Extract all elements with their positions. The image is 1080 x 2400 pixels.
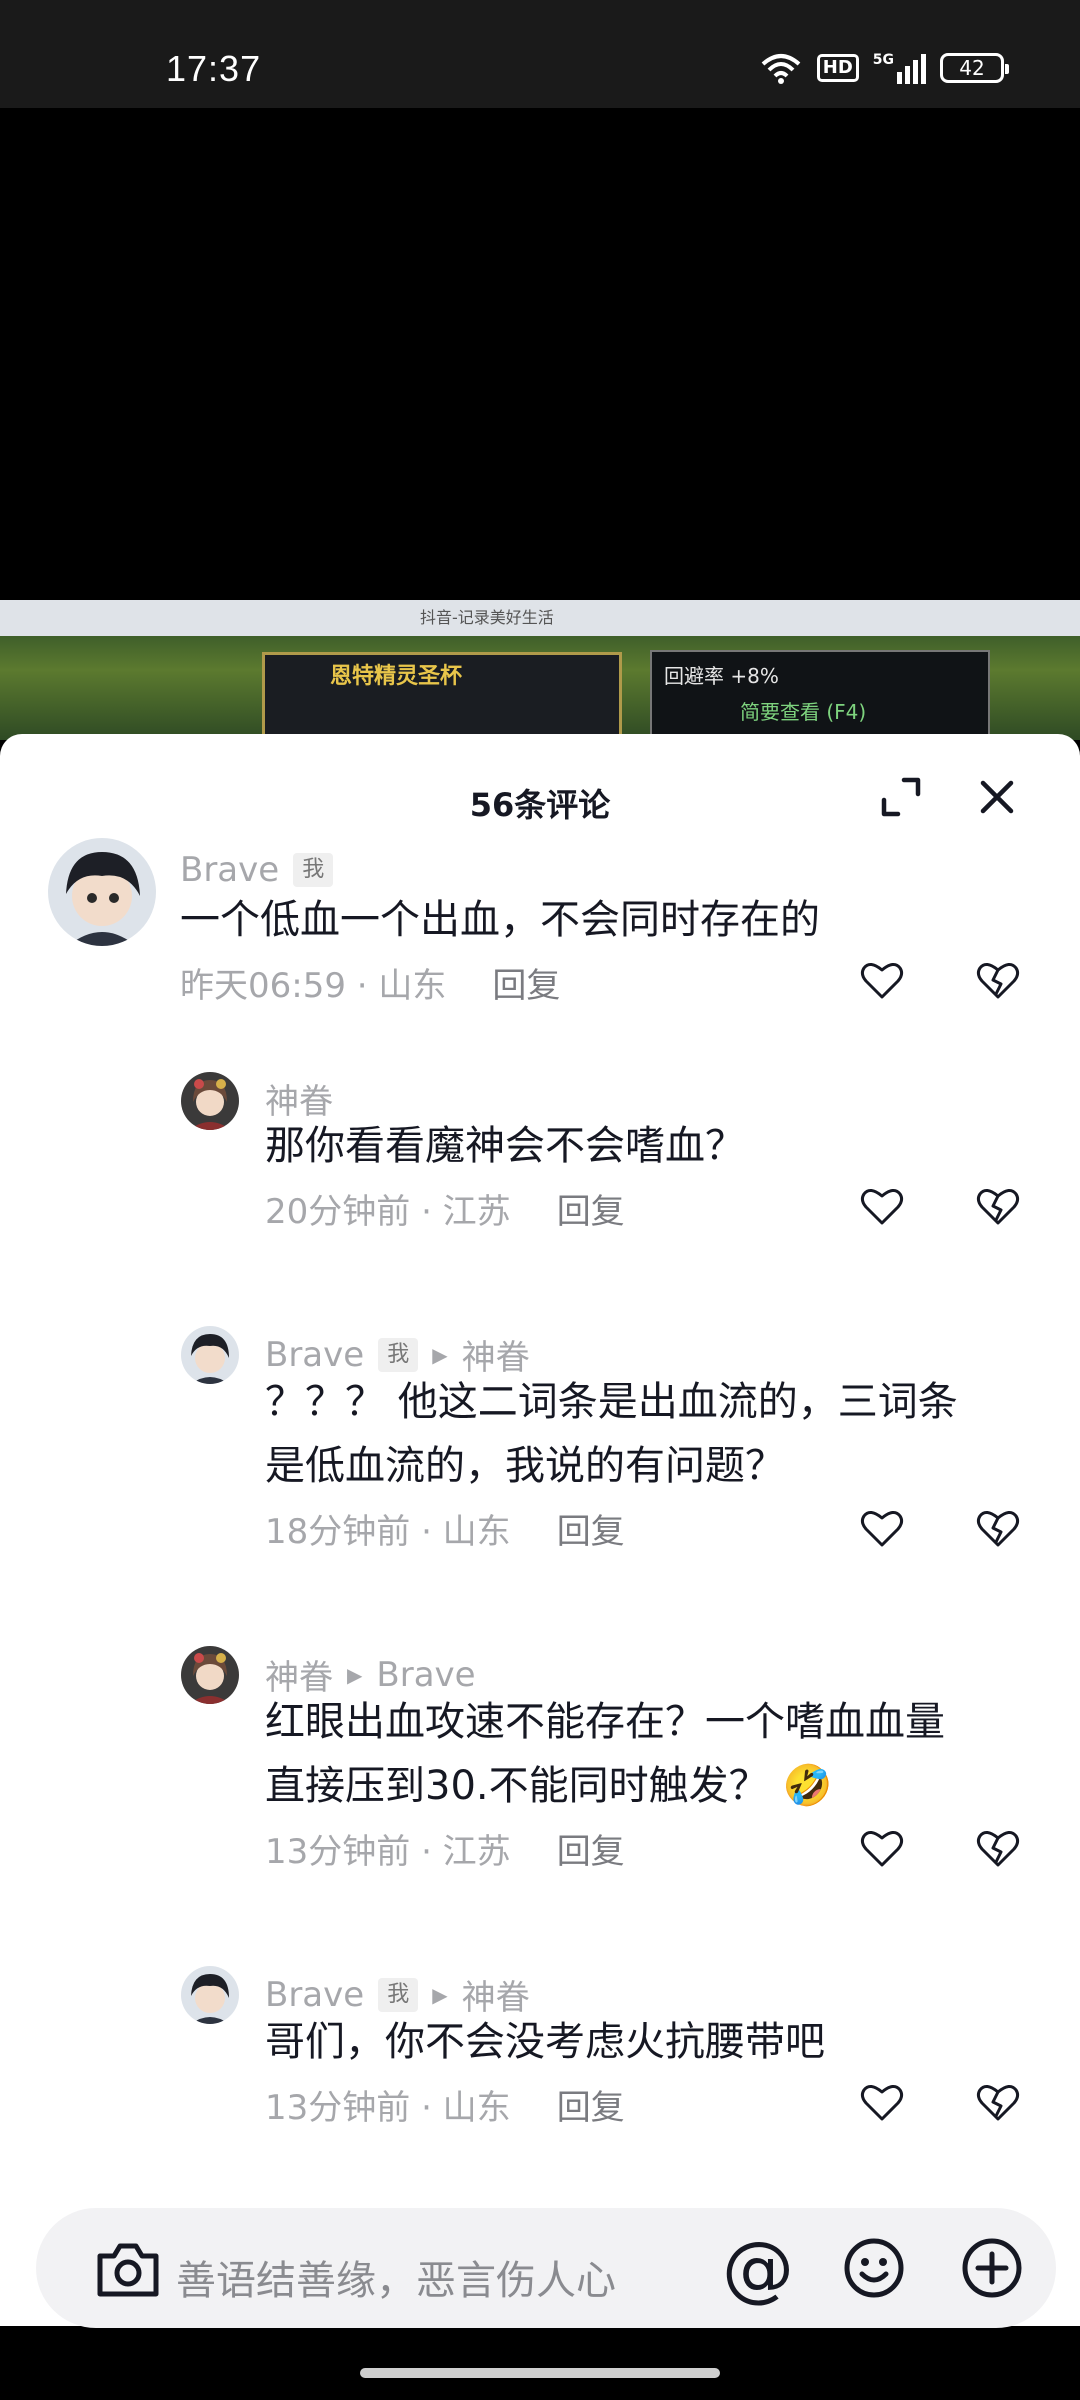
reply-arrow-icon: ▶ [347,1662,363,1687]
reply-item: Brave 我 ▶ 神眷 ？？？ 他这二词条是出血流的，三词条 是低血流的，我说… [0,1326,1080,1566]
avatar[interactable] [181,1966,239,2024]
comment-text: 红眼出血攻速不能存在？一个嗜血血量 直接压到30.不能同时触发？ 🤣 [265,1690,945,1818]
comment-text: ？？？ 他这二词条是出血流的，三词条 是低血流的，我说的有问题？ [265,1370,958,1498]
comment-time-location: 20分钟前 · 江苏 [265,1192,511,1232]
avatar[interactable] [181,1326,239,1384]
broken-heart-icon[interactable] [976,1186,1020,1226]
comment-text: 一个低血一个出血，不会同时存在的 [180,897,820,943]
me-badge: 我 [293,853,334,887]
video-player[interactable]: 抖音-记录美好生活 恩特精灵圣杯 回避率 +8% 简要查看 (F4) [0,108,1080,740]
comment-meta: 13分钟前 · 江苏 回复 [265,1824,625,1873]
reply-item: Brave 我 ▶ 神眷 哥们，你不会没考虑火抗腰带吧 13分钟前 · 山东 回… [0,1966,1080,2146]
expand-icon[interactable] [878,774,924,820]
heart-icon[interactable] [860,1828,904,1868]
comment-meta: 20分钟前 · 江苏 回复 [265,1184,625,1233]
comment-meta: 13分钟前 · 山东 回复 [265,2080,625,2129]
me-badge: 我 [378,1977,419,2012]
wifi-icon [761,54,801,84]
plus-icon[interactable] [960,2236,1024,2300]
video-browser-tabbar: 抖音-记录美好生活 [0,600,1080,636]
reply-to-author[interactable]: Brave [376,1655,475,1695]
comment-meta: 昨天06:59 · 山东 回复 [180,958,560,1007]
comment-text-line: 是低血流的，我说的有问题？ [265,1443,785,1489]
reply-button[interactable]: 回复 [557,1504,625,1553]
comment-text: 哥们，你不会没考虑火抗腰带吧 [265,2019,825,2065]
comment-author[interactable]: Brave [265,1975,364,2015]
network-label: 5G [872,52,894,68]
comment-time-location: 18分钟前 · 山东 [265,1512,511,1552]
camera-icon[interactable] [94,2240,162,2300]
comment-sheet: 56条评论 Brave 我 一个低血一个出血，不会同时存在的 昨天06:59 ·… [0,734,1080,2326]
comment-text-segment: 直接压到30.不能同时触发？ [265,1763,769,1809]
home-indicator[interactable] [360,2368,720,2378]
avatar[interactable] [48,838,156,946]
comment-input[interactable]: 善语结善缘，恶言伤人心 [176,2248,616,2306]
video-browser-tab: 抖音-记录美好生活 [420,608,554,627]
broken-heart-icon[interactable] [976,2082,1020,2122]
comment-input-bar[interactable]: 善语结善缘，恶言伤人心 @ [36,2208,1056,2328]
comment-time-location: 13分钟前 · 山东 [265,2088,511,2128]
heart-icon[interactable] [860,960,904,1000]
status-time: 17:37 [166,48,262,89]
game-item-title: 恩特精灵圣杯 [330,664,463,689]
signal-icon: 5G [873,52,926,84]
broken-heart-icon[interactable] [976,1508,1020,1548]
comment-author[interactable]: Brave [180,850,279,890]
avatar[interactable] [181,1072,239,1130]
comment-item: Brave 我 一个低血一个出血，不会同时存在的 昨天06:59 · 山东 回复 [0,838,1080,1006]
reply-button[interactable]: 回复 [557,1184,625,1233]
reply-arrow-icon: ▶ [432,1982,448,2007]
comment-time-location: 昨天06:59 · 山东 [180,966,447,1006]
reply-button[interactable]: 回复 [557,2080,625,2129]
me-badge: 我 [378,1337,419,1372]
broken-heart-icon[interactable] [976,960,1020,1000]
reply-arrow-icon: ▶ [432,1342,448,1367]
smiley-icon[interactable] [842,2236,906,2300]
comment-author-row: Brave 我 [180,850,334,890]
at-mention-icon[interactable]: @ [722,2228,794,2308]
game-stat-text: 回避率 +8% [664,664,779,688]
comment-author[interactable]: Brave [265,1335,364,1375]
game-link-text: 简要查看 (F4) [740,700,867,724]
reply-item: 神眷 那你看看魔神会不会嗜血？ 20分钟前 · 江苏 回复 [0,1072,1080,1242]
heart-icon[interactable] [860,2082,904,2122]
avatar[interactable] [181,1646,239,1704]
hd-badge: HD [816,54,859,82]
comment-text-line: 红眼出血攻速不能存在？一个嗜血血量 [265,1699,945,1745]
status-icons: HD 5G 42 [759,52,1009,84]
close-icon[interactable] [974,774,1020,820]
video-frame: 抖音-记录美好生活 恩特精灵圣杯 回避率 +8% 简要查看 (F4) [0,600,1080,740]
comment-text-line: 直接压到30.不能同时触发？ 🤣 [265,1754,945,1818]
heart-icon[interactable] [860,1186,904,1226]
broken-heart-icon[interactable] [976,1828,1020,1868]
heart-icon[interactable] [860,1508,904,1548]
reply-button[interactable]: 回复 [557,1824,625,1873]
comment-meta: 18分钟前 · 山东 回复 [265,1504,625,1553]
comment-text-line: ？？？ 他这二词条是出血流的，三词条 [265,1379,958,1425]
reply-item: 神眷 ▶ Brave 红眼出血攻速不能存在？一个嗜血血量 直接压到30.不能同时… [0,1646,1080,1886]
reply-button[interactable]: 回复 [492,958,560,1007]
comment-text: 那你看看魔神会不会嗜血？ [265,1123,745,1169]
navigation-bar [0,2350,1080,2400]
status-bar: 17:37 HD 5G 42 [0,0,1080,108]
laughing-emoji-icon: 🤣 [782,1763,833,1809]
battery-indicator: 42 [940,53,1009,83]
comment-time-location: 13分钟前 · 江苏 [265,1832,511,1872]
